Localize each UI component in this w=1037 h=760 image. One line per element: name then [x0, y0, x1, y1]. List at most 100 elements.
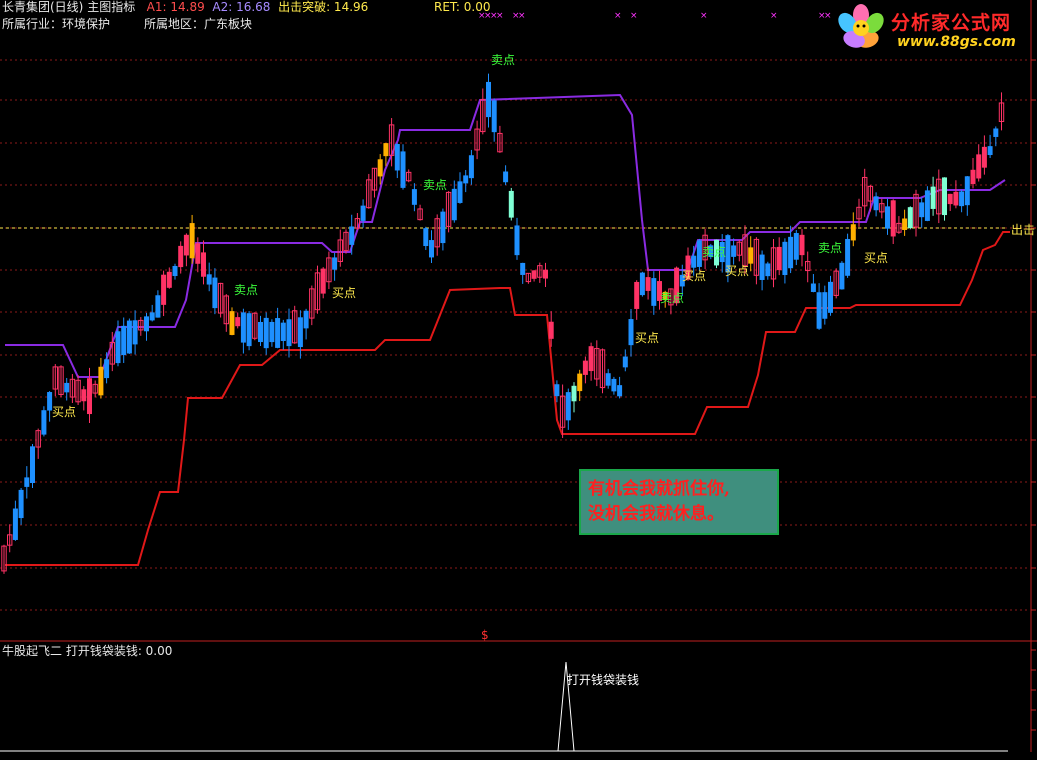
- candle-body: [201, 252, 206, 277]
- candle-body: [839, 262, 845, 290]
- candle-body: [924, 190, 930, 221]
- candle-body: [121, 325, 127, 356]
- candle-body: [383, 143, 389, 157]
- candle-body: [24, 477, 30, 487]
- candle-body: [976, 154, 982, 179]
- candle-body: [149, 312, 155, 321]
- candle-body: [440, 211, 446, 244]
- candle-body: [41, 410, 47, 435]
- candle-body: [172, 265, 178, 277]
- candle-body: [195, 243, 201, 264]
- stock-name: 长青集团(日线): [2, 0, 84, 14]
- candle-body: [115, 331, 121, 364]
- candle-body: [303, 310, 309, 329]
- candle-body: [360, 205, 366, 221]
- candle-body: [81, 389, 87, 402]
- candle-body: [161, 274, 167, 305]
- candle-body: [514, 225, 520, 256]
- candle-body: [850, 224, 856, 241]
- sell-signal-label: 卖点: [818, 241, 842, 255]
- candle-body: [947, 193, 953, 205]
- a1-value: A1: 14.89: [146, 0, 205, 14]
- candle-body: [104, 359, 110, 379]
- candle-body: [377, 159, 383, 177]
- signal-x-marker: ×: [630, 11, 638, 21]
- candle-body: [617, 385, 623, 397]
- candle-body: [634, 281, 640, 309]
- candle-body: [235, 317, 241, 327]
- candle-body: [457, 181, 463, 203]
- candle-body: [258, 321, 263, 343]
- candle-body: [423, 228, 429, 247]
- spike-label: 打开钱袋装钱: [567, 672, 639, 687]
- candle-body: [907, 207, 913, 229]
- candle-body: [166, 271, 172, 288]
- candle-body: [776, 246, 782, 271]
- candle-body: [503, 171, 509, 183]
- candle-body: [463, 175, 469, 184]
- a2-value: A2: 16.68: [212, 0, 271, 14]
- candle-body: [332, 257, 338, 270]
- candle-body: [400, 151, 406, 188]
- candle-body: [155, 295, 161, 318]
- breakout-value: 出击突破: 14.96: [278, 0, 369, 14]
- ret-value: RET: 0.00: [434, 0, 491, 14]
- candle-body: [964, 176, 970, 206]
- candle-body: [263, 317, 269, 349]
- header-line-1: 长青集团(日线) 主图指标 A1: 14.89 A2: 16.68 出击突破: …: [2, 0, 491, 14]
- candle-body: [845, 238, 851, 276]
- indicator-name: 主图指标: [87, 0, 136, 14]
- candle-body: [520, 262, 526, 275]
- signal-x-marker: ×: [614, 11, 622, 21]
- candle-body: [953, 191, 959, 206]
- header-line-2: 所属行业：环境保护 所属地区：广东板块: [2, 17, 252, 31]
- candle-body: [126, 320, 132, 354]
- candle-body: [286, 319, 292, 347]
- candle-body: [873, 196, 879, 211]
- candle-body: [885, 206, 890, 229]
- sell-signal-label: 卖点: [660, 291, 684, 305]
- signal-x-marker: ×: [496, 11, 504, 21]
- candle-body: [275, 318, 281, 348]
- candle-body: [486, 81, 491, 118]
- candle-body: [246, 313, 252, 347]
- candle-body: [970, 169, 976, 185]
- candle-body: [12, 508, 18, 540]
- quote-line-1: 有机会我就抓住你,: [588, 479, 730, 499]
- candle-body: [240, 312, 246, 343]
- candle-body: [902, 218, 908, 230]
- buy-signal-label: 买点: [332, 286, 356, 300]
- candle-body: [765, 263, 771, 277]
- candle-body: [890, 200, 896, 237]
- candle-body: [394, 144, 400, 171]
- candle-body: [959, 191, 965, 207]
- dollar-marker: $: [481, 628, 489, 642]
- candle-body: [30, 446, 35, 484]
- candle-body: [639, 272, 645, 296]
- candle-body: [816, 292, 822, 329]
- signal-x-marker: ×: [518, 11, 526, 21]
- buy-signal-label: 买点: [52, 405, 76, 419]
- candle-body: [793, 233, 799, 260]
- industry-label: 所属行业：环境保护: [2, 17, 111, 31]
- candle-body: [491, 100, 497, 133]
- candle-body: [691, 255, 697, 268]
- candle-body: [229, 311, 235, 335]
- candle-body: [582, 360, 588, 375]
- signal-x-marker: ×: [700, 11, 708, 21]
- candle-body: [919, 202, 925, 218]
- candle-body: [651, 278, 657, 306]
- candle-body: [571, 385, 577, 402]
- candle-body: [748, 247, 754, 264]
- candle-body: [297, 317, 303, 348]
- candle-body: [269, 321, 275, 343]
- candle-body: [993, 128, 999, 137]
- region-label: 所属地区：广东板块: [144, 17, 253, 31]
- sell-signal-label: 卖点: [423, 178, 447, 192]
- logo-url: www.88gs.com: [897, 34, 1016, 50]
- candle-body: [759, 254, 765, 280]
- candle-body: [981, 146, 987, 168]
- candle-body: [183, 234, 189, 256]
- candle-body: [543, 269, 548, 279]
- candle-body: [548, 321, 554, 339]
